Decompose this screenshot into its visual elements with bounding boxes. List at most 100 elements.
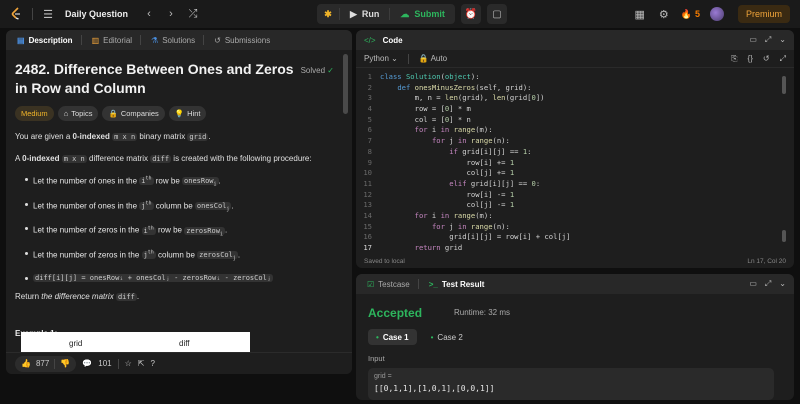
test-tabs: ☑ Testcase >_ Test Result ▭ ⤢ ⌄ xyxy=(356,274,794,294)
run-button[interactable]: ▶ Run xyxy=(340,4,389,24)
list-item: Let the number of ones in the ith row be… xyxy=(25,173,343,191)
description-body: 2482. Difference Between Ones and Zeros … xyxy=(6,50,352,374)
problem-tags: Medium ⌂ Topics 🔒 Companies 💡 Hint xyxy=(15,106,343,121)
tab-testcase[interactable]: ☑ Testcase xyxy=(364,279,422,289)
minimize-icon[interactable]: ▭ xyxy=(749,279,757,289)
variable-name: grid = xyxy=(374,373,392,380)
chevron-right-icon[interactable]: › xyxy=(164,7,178,21)
auto-mode-toggle[interactable]: 🔒 Auto xyxy=(419,54,447,63)
debug-button[interactable]: ✱ xyxy=(317,4,339,24)
code-scrollbar-lower[interactable] xyxy=(782,230,786,242)
topics-tag[interactable]: ⌂ Topics xyxy=(57,106,99,121)
like-dislike-group: 👍 877 👎 xyxy=(15,355,77,372)
code-panel: </> Code ▭ ⤢ ⌄ Python ⌄ 🔒 Auto ⎘ {} ↺ ⤢ … xyxy=(356,30,794,268)
help-icon[interactable]: ? xyxy=(151,359,155,368)
avatar[interactable] xyxy=(709,7,724,21)
problem-statement: You are given a 0-indexed m x n binary m… xyxy=(15,132,211,141)
code-line: 10 col[j] += 1 xyxy=(363,168,515,178)
premium-button[interactable]: Premium xyxy=(737,5,790,23)
difficulty-badge[interactable]: Medium xyxy=(15,106,54,121)
cursor-position: Ln 17, Col 20 xyxy=(747,257,786,265)
gear-icon[interactable]: ⚙ xyxy=(657,7,671,21)
description-scrollbar[interactable] xyxy=(343,54,348,114)
tab-submissions[interactable]: ↺ Submissions xyxy=(211,36,273,45)
star-icon[interactable]: ☆ xyxy=(125,359,132,368)
check-circle-icon: ✓ xyxy=(327,66,334,75)
comment-count[interactable]: 101 xyxy=(98,359,111,368)
code-line: 12 row[i] -= 1 xyxy=(363,189,515,199)
problem-title[interactable]: 2482. Difference Between Ones and Zeros … xyxy=(15,60,300,98)
case-1-tab[interactable]: • Case 1 xyxy=(368,329,417,345)
daily-question-title[interactable]: Daily Question xyxy=(65,9,128,19)
tab-solutions[interactable]: ⚗ Solutions xyxy=(148,35,207,45)
description-tabs: ▤ Description ▥ Editorial ⚗ Solutions ↺ Subm… xyxy=(6,30,352,50)
code-line: 16 grid[i][j] = row[i] + col[j] xyxy=(363,232,571,242)
layout-grid-icon[interactable]: ▦ xyxy=(633,7,647,21)
minimize-icon[interactable]: ▭ xyxy=(749,35,757,45)
code-line: 5 col = [0] * n xyxy=(367,114,471,124)
code-line: 3 m, n = len(grid), len(grid[0]) xyxy=(367,93,545,103)
bookmark-icon[interactable]: ⎘ xyxy=(731,54,737,64)
document-icon: ▤ xyxy=(17,35,25,45)
list-item: Let the number of zeros in the jth colum… xyxy=(25,247,343,265)
notes-button[interactable]: ▢ xyxy=(486,4,507,24)
input-label: Input xyxy=(368,354,385,363)
lock-icon: 🔒 xyxy=(418,54,429,63)
checkbox-icon: ☑ xyxy=(367,279,375,289)
solved-status: Solved ✓ xyxy=(300,66,334,75)
problem-list-icon[interactable]: ☰ xyxy=(41,7,55,21)
list-item: Let the number of ones in the jth column… xyxy=(25,198,343,216)
description-panel: ▤ Description ▥ Editorial ⚗ Solutions ↺ Subm… xyxy=(6,30,352,374)
cloud-upload-icon: ☁ xyxy=(400,8,410,19)
timer-button[interactable]: ⏰ xyxy=(460,4,481,24)
comment-icon[interactable]: 💬 xyxy=(82,359,92,368)
example-grid-label: grid xyxy=(69,339,83,348)
code-line: 2 def onesMinusZeros(self, grid): xyxy=(367,82,532,92)
test-panel: ☑ Testcase >_ Test Result ▭ ⤢ ⌄ Accepted R… xyxy=(356,274,794,400)
code-line: 7 for j in range(n): xyxy=(367,136,510,146)
divider xyxy=(32,8,33,20)
reset-icon[interactable]: ↺ xyxy=(763,54,770,64)
code-line: 8 if grid[i][j] == 1: xyxy=(367,146,532,156)
book-icon: ▥ xyxy=(91,35,100,45)
chevron-left-icon[interactable]: ‹ xyxy=(142,7,156,21)
play-icon: ▶ xyxy=(350,8,357,19)
braces-icon[interactable]: {} xyxy=(748,54,753,64)
variable-value: [[0,1,1],[1,0,1],[0,0,1]] xyxy=(374,384,495,393)
code-editor[interactable]: 1 class Solution(object): 2 def onesMinus… xyxy=(356,68,794,254)
procedure-list: Let the number of ones in the ith row be… xyxy=(15,173,343,284)
save-status: Saved to local xyxy=(364,257,405,265)
code-line: 14 for i in range(m): xyxy=(363,210,493,220)
thumbs-down-icon[interactable]: 👎 xyxy=(60,359,70,368)
procedure-intro: A 0-indexed m x n difference matrix diff… xyxy=(15,154,312,163)
chevron-down-icon[interactable]: ⌄ xyxy=(779,35,786,45)
hint-tag[interactable]: 💡 Hint xyxy=(168,106,207,121)
code-line: 13 col[j] -= 1 xyxy=(363,200,515,210)
code-scrollbar[interactable] xyxy=(782,76,786,94)
maximize-icon[interactable]: ⤢ xyxy=(765,35,771,45)
streak-counter[interactable]: 🔥 5 xyxy=(681,9,700,20)
code-line: 9 row[i] += 1 xyxy=(367,157,515,167)
case-2-tab[interactable]: • Case 2 xyxy=(423,329,471,345)
expand-icon[interactable]: ⤢ xyxy=(780,54,786,64)
lock-icon: 🔒 xyxy=(108,109,118,118)
companies-tag[interactable]: 🔒 Companies xyxy=(102,106,165,121)
tag-icon: ⌂ xyxy=(63,109,69,118)
share-icon[interactable]: ⇱ xyxy=(138,359,145,368)
tab-editorial[interactable]: ▥ Editorial xyxy=(89,35,144,45)
maximize-icon[interactable]: ⤢ xyxy=(765,279,771,289)
submit-button[interactable]: ☁ Submit xyxy=(390,4,455,24)
history-icon: ↺ xyxy=(214,35,221,45)
chevron-down-icon[interactable]: ⌄ xyxy=(779,279,786,289)
shuffle-icon[interactable]: ⤮ xyxy=(186,7,200,21)
code-line: 11 elif grid[i][j] == 0: xyxy=(363,178,541,188)
tab-description[interactable]: ▤ Description xyxy=(14,35,85,45)
result-status: Accepted xyxy=(368,306,423,320)
runtime-label: Runtime: 32 ms xyxy=(454,308,511,317)
language-select[interactable]: Python ⌄ xyxy=(364,54,398,63)
tab-test-result[interactable]: >_ Test Result xyxy=(426,280,488,289)
thumbs-up-icon[interactable]: 👍 xyxy=(21,359,31,368)
lightbulb-icon: 💡 xyxy=(174,109,185,118)
list-item: Let the number of zeros in the ith row b… xyxy=(25,222,343,240)
leetcode-logo-icon[interactable] xyxy=(8,6,24,22)
